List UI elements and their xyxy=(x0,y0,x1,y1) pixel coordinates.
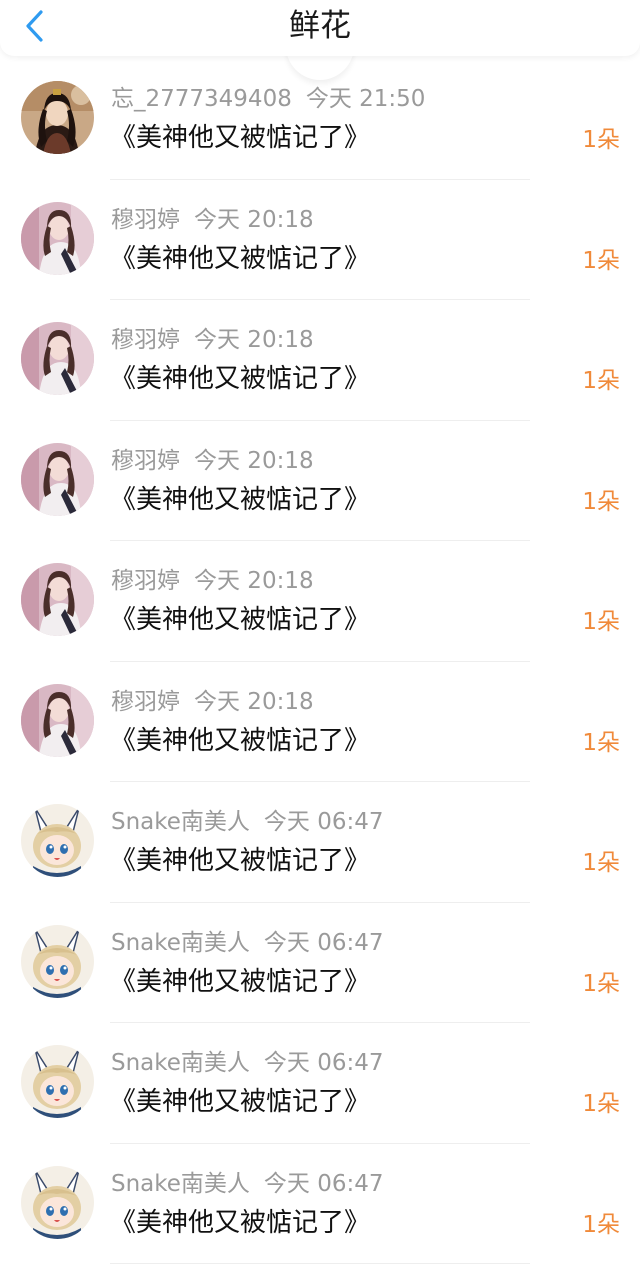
book-title[interactable]: 《美神他又被惦记了》 xyxy=(110,965,370,999)
user-name[interactable]: 忘_2777349408 xyxy=(111,86,292,112)
avatar-ancient-costume xyxy=(21,81,94,154)
user-avatar[interactable] xyxy=(21,443,94,516)
flower-gift-row[interactable]: Snake南美人今天 06:47 《美神他又被惦记了》 1朵 xyxy=(0,903,640,1024)
user-avatar[interactable] xyxy=(21,202,94,275)
user-name[interactable]: 穆羽婷 xyxy=(111,448,180,474)
avatar-chibi-bunny xyxy=(21,1166,94,1239)
row-meta: Snake南美人今天 06:47 xyxy=(111,808,384,836)
book-title[interactable]: 《美神他又被惦记了》 xyxy=(110,483,370,517)
book-title[interactable]: 《美神他又被惦记了》 xyxy=(110,724,370,758)
row-meta: Snake南美人今天 06:47 xyxy=(111,929,384,957)
gift-time: 今天 20:18 xyxy=(194,689,314,715)
flower-count: 1朵 xyxy=(582,848,620,878)
gift-time: 今天 06:47 xyxy=(264,809,384,835)
avatar-pink-girl xyxy=(21,443,94,516)
flower-count: 1朵 xyxy=(582,125,620,155)
gift-time: 今天 20:18 xyxy=(194,207,314,233)
flower-count: 1朵 xyxy=(582,487,620,517)
avatar-chibi-bunny xyxy=(21,925,94,998)
row-meta: Snake南美人今天 06:47 xyxy=(111,1049,384,1077)
book-title[interactable]: 《美神他又被惦记了》 xyxy=(110,603,370,637)
book-title[interactable]: 《美神他又被惦记了》 xyxy=(110,1206,370,1240)
flower-count: 1朵 xyxy=(582,366,620,396)
gift-time: 今天 20:18 xyxy=(194,448,314,474)
user-name[interactable]: Snake南美人 xyxy=(111,1050,250,1076)
flower-count: 1朵 xyxy=(582,607,620,637)
gift-time: 今天 20:18 xyxy=(194,568,314,594)
user-avatar[interactable] xyxy=(21,684,94,757)
book-title[interactable]: 《美神他又被惦记了》 xyxy=(110,242,370,276)
flower-gift-row[interactable]: Snake南美人今天 06:47 《美神他又被惦记了》 1朵 xyxy=(0,782,640,903)
row-meta: 穆羽婷今天 20:18 xyxy=(111,206,314,234)
flower-gift-list: 忘_2777349408今天 21:50《美神他又被惦记了》1朵穆羽婷今天 20… xyxy=(0,59,640,1264)
user-name[interactable]: 穆羽婷 xyxy=(111,327,180,353)
user-name[interactable]: 穆羽婷 xyxy=(111,689,180,715)
book-title[interactable]: 《美神他又被惦记了》 xyxy=(110,1085,370,1119)
user-name[interactable]: Snake南美人 xyxy=(111,930,250,956)
avatar-chibi-bunny xyxy=(21,804,94,877)
avatar-pink-girl xyxy=(21,684,94,757)
user-avatar[interactable] xyxy=(21,1166,94,1239)
gift-time: 今天 06:47 xyxy=(264,1050,384,1076)
flower-count: 1朵 xyxy=(582,246,620,276)
user-name[interactable]: 穆羽婷 xyxy=(111,568,180,594)
book-title[interactable]: 《美神他又被惦记了》 xyxy=(110,844,370,878)
user-name[interactable]: Snake南美人 xyxy=(111,809,250,835)
flower-count: 1朵 xyxy=(582,1089,620,1119)
user-avatar[interactable] xyxy=(21,1045,94,1118)
gift-time: 今天 21:50 xyxy=(306,86,426,112)
row-meta: 穆羽婷今天 20:18 xyxy=(111,567,314,595)
row-meta: 穆羽婷今天 20:18 xyxy=(111,447,314,475)
gift-time: 今天 06:47 xyxy=(264,930,384,956)
row-meta: 忘_2777349408 今天 21:50 xyxy=(111,85,425,113)
user-avatar[interactable] xyxy=(21,322,94,395)
row-meta: 穆羽婷今天 20:18 xyxy=(111,326,314,354)
flower-gift-row[interactable]: Snake南美人今天 06:47 《美神他又被惦记了》 1朵 xyxy=(0,1144,640,1264)
flower-count: 1朵 xyxy=(582,728,620,758)
row-meta: Snake南美人今天 06:47 xyxy=(111,1170,384,1198)
avatar-chibi-bunny xyxy=(21,1045,94,1118)
flower-gift-row[interactable]: 穆羽婷今天 20:18 《美神他又被惦记了》 1朵 xyxy=(0,541,640,662)
flower-gift-row[interactable]: 穆羽婷今天 20:18 《美神他又被惦记了》 1朵 xyxy=(0,662,640,783)
gift-time: 今天 20:18 xyxy=(194,327,314,353)
flower-count: 1朵 xyxy=(582,1210,620,1240)
book-title[interactable]: 《美神他又被惦记了》 xyxy=(110,121,370,155)
gift-time: 今天 06:47 xyxy=(264,1171,384,1197)
flower-gift-row[interactable]: 穆羽婷今天 20:18 《美神他又被惦记了》 1朵 xyxy=(0,180,640,301)
user-avatar[interactable] xyxy=(21,563,94,636)
user-name[interactable]: Snake南美人 xyxy=(111,1171,250,1197)
avatar-pink-girl xyxy=(21,563,94,636)
flower-gift-row[interactable]: 穆羽婷今天 20:18 《美神他又被惦记了》 1朵 xyxy=(0,421,640,542)
avatar-pink-girl xyxy=(21,322,94,395)
row-meta: 穆羽婷今天 20:18 xyxy=(111,688,314,716)
flower-gift-row[interactable]: 穆羽婷今天 20:18 《美神他又被惦记了》 1朵 xyxy=(0,300,640,421)
flower-gift-row[interactable]: Snake南美人今天 06:47 《美神他又被惦记了》 1朵 xyxy=(0,1023,640,1144)
user-avatar[interactable] xyxy=(21,81,94,154)
user-avatar[interactable] xyxy=(21,804,94,877)
user-name[interactable]: 穆羽婷 xyxy=(111,207,180,233)
book-title[interactable]: 《美神他又被惦记了》 xyxy=(110,362,370,396)
avatar-pink-girl xyxy=(21,202,94,275)
page-title: 鲜花 xyxy=(0,0,640,52)
user-avatar[interactable] xyxy=(21,925,94,998)
flower-count: 1朵 xyxy=(582,969,620,999)
top-bar: 鲜花 xyxy=(0,0,640,56)
